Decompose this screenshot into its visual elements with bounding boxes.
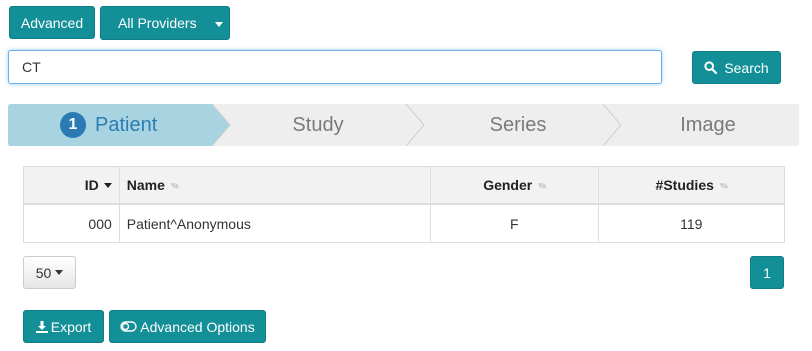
column-header-name[interactable]: Name ▾▴ (120, 167, 431, 203)
step-wizard: 1 Patient Study Series Image (8, 104, 799, 146)
advanced-options-button-label: Advanced Options (140, 318, 255, 335)
step-study-label: Study (292, 113, 344, 136)
column-header-id-label: ID (84, 177, 99, 193)
download-icon (35, 320, 48, 333)
advanced-button-label: Advanced (20, 14, 84, 31)
providers-dropdown[interactable]: All Providers (100, 6, 230, 40)
sort-icon: ▾▴ (538, 179, 546, 190)
column-header-studies-label: #Studies (655, 177, 714, 193)
pagination-page-label: 1 (763, 264, 771, 281)
advanced-options-button[interactable]: Advanced Options (109, 310, 266, 343)
export-button[interactable]: Export (23, 310, 104, 343)
cell-name: Patient^Anonymous (120, 205, 431, 242)
step-patient-label: Patient (95, 113, 158, 136)
search-button-label: Search (724, 59, 769, 76)
step-series[interactable]: Series (453, 104, 583, 146)
cell-id: 000 (24, 205, 120, 242)
step-image[interactable]: Image (648, 104, 768, 146)
sort-icon: ▾▴ (719, 179, 728, 190)
column-header-name-label: Name (126, 177, 165, 193)
patient-table: ID Name ▾▴ Gender ▾▴ #Studies ▾▴ 000 Pat… (23, 166, 785, 243)
page-size-dropdown[interactable]: 50 (23, 256, 76, 289)
sort-desc-icon (103, 182, 112, 188)
sort-icon: ▾▴ (170, 179, 179, 190)
page-size-value: 50 (35, 264, 52, 281)
export-button-label: Export (50, 318, 92, 335)
table-row[interactable]: 000 Patient^Anonymous F 119 (24, 205, 784, 242)
toggle-icon (120, 321, 137, 332)
providers-dropdown-label: All Providers (118, 15, 197, 31)
column-header-gender-label: Gender (483, 177, 533, 193)
column-header-studies[interactable]: #Studies ▾▴ (599, 167, 785, 203)
cell-gender: F (431, 205, 599, 242)
pagination-page-button[interactable]: 1 (750, 256, 784, 289)
step-number-badge: 1 (60, 112, 86, 138)
step-image-label: Image (680, 113, 736, 136)
cell-studies: 119 (680, 215, 703, 232)
table-header-row: ID Name ▾▴ Gender ▾▴ #Studies ▾▴ (24, 167, 784, 205)
search-input[interactable] (8, 50, 662, 84)
column-header-id[interactable]: ID (24, 167, 120, 203)
step-study[interactable]: Study (258, 104, 378, 146)
search-button[interactable]: Search (692, 51, 781, 84)
caret-down-icon (55, 270, 64, 275)
column-header-gender[interactable]: Gender ▾▴ (431, 167, 599, 203)
step-series-label: Series (489, 113, 547, 136)
advanced-button[interactable]: Advanced (9, 6, 95, 39)
search-icon (704, 61, 718, 74)
step-patient[interactable]: 1 Patient (60, 104, 210, 146)
caret-down-icon (215, 22, 223, 27)
